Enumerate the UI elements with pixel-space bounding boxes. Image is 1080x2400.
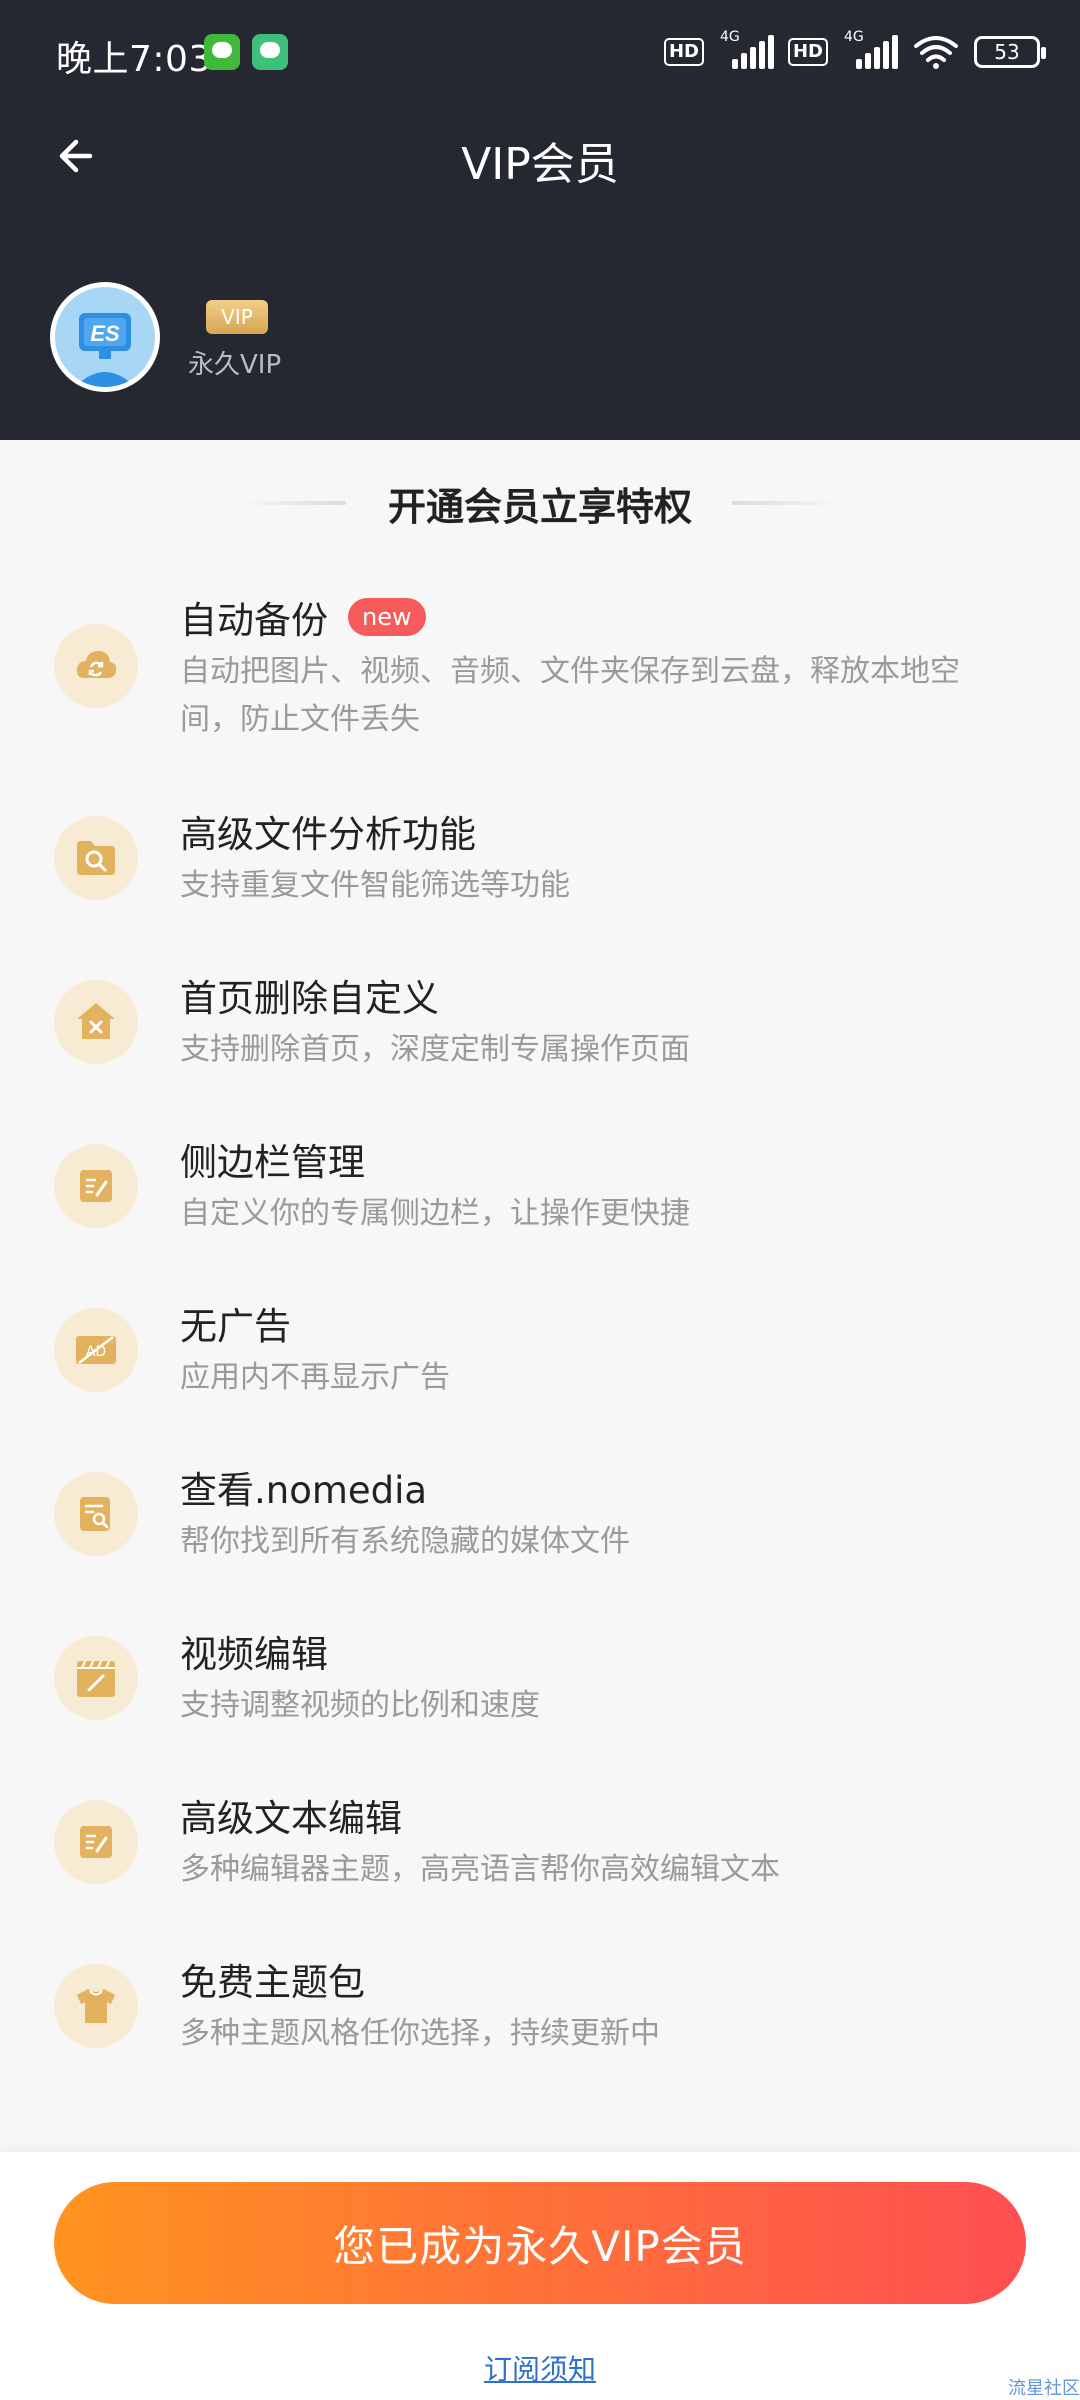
feature-desc: 多种主题风格任你选择，持续更新中 (180, 2016, 660, 2051)
section-header: 开通会员立享特权 (0, 468, 1080, 532)
es-logo-icon: ES (55, 287, 155, 387)
feature-desc: 自定义你的专属侧边栏，让操作更快捷 (180, 1196, 690, 1231)
nomedia-search-icon (54, 1472, 138, 1556)
network-type: 4G (719, 29, 740, 45)
feature-desc: 支持重复文件智能筛选等功能 (180, 868, 570, 903)
sidebar-edit-icon (54, 1144, 138, 1228)
wechat-notification-icon (204, 34, 240, 70)
text-edit-icon (54, 1800, 138, 1884)
feature-title: 自动备份 new (180, 590, 426, 644)
new-badge: new (348, 598, 426, 636)
signal-icon: 4G (718, 29, 774, 69)
wifi-icon (914, 36, 958, 69)
title-bar: VIP会员 (0, 104, 1080, 208)
feature-desc: 自动把图片、视频、音频、文件夹保存到云盘，释放本地空间，防止文件丢失 (180, 654, 960, 737)
divider-right (732, 501, 842, 505)
no-ad-icon: AD (54, 1308, 138, 1392)
header-area: 晚上7:03 HD 4G HD 4G 53 VIP会员 ES VIP 永久VIP (0, 0, 1080, 440)
video-edit-icon (54, 1636, 138, 1720)
status-time: 晚上7:03 (56, 39, 212, 80)
app-notification-icon (252, 34, 288, 70)
feature-title: 查看.nomedia (180, 1469, 428, 1512)
home-delete-icon (54, 980, 138, 1064)
bottom-bar: 您已成为永久VIP会员 订阅须知 流星社区 (0, 2152, 1080, 2400)
section-title: 开通会员立享特权 (387, 485, 692, 529)
status-bar: 晚上7:03 HD 4G HD 4G 53 (0, 0, 1080, 104)
vip-type-label: 永久VIP (188, 350, 282, 380)
battery-icon: 53 (974, 36, 1046, 68)
feature-title: 无广告 (180, 1305, 291, 1348)
feature-title: 首页删除自定义 (180, 977, 439, 1020)
feature-desc: 支持调整视频的比例和速度 (180, 1688, 540, 1723)
svg-text:AD: AD (86, 1344, 106, 1360)
feature-desc: 多种编辑器主题，高亮语言帮你高效编辑文本 (180, 1852, 780, 1887)
signal-icon: 4G (842, 29, 898, 69)
cloud-sync-icon (54, 624, 138, 708)
feature-desc: 应用内不再显示广告 (180, 1360, 450, 1395)
feature-desc: 帮你找到所有系统隐藏的媒体文件 (180, 1524, 630, 1559)
feature-title: 视频编辑 (180, 1633, 328, 1676)
hd-icon: HD (787, 38, 828, 66)
hd-icon: HD (663, 38, 704, 66)
feature-title: 高级文本编辑 (180, 1797, 402, 1840)
feature-title-text: 自动备份 (180, 599, 328, 642)
feature-desc: 支持删除首页，深度定制专属操作页面 (180, 1032, 690, 1067)
watermark: 流星社区 (1008, 2378, 1080, 2399)
feature-title: 高级文件分析功能 (180, 813, 476, 856)
tshirt-theme-icon (54, 1964, 138, 2048)
feature-title: 免费主题包 (180, 1961, 365, 2004)
subscription-notice-link[interactable]: 订阅须知 (0, 2348, 1080, 2388)
page-title: VIP会员 (461, 139, 619, 190)
network-type: 4G (844, 29, 864, 45)
avatar: ES (50, 282, 160, 392)
vip-status-button[interactable]: 您已成为永久VIP会员 (54, 2182, 1026, 2304)
status-right: HD 4G HD 4G 53 (663, 29, 1046, 74)
vip-badge: VIP (206, 300, 268, 334)
folder-search-icon (54, 816, 138, 900)
avatar-text: ES (90, 321, 120, 346)
feature-title: 侧边栏管理 (180, 1141, 365, 1184)
